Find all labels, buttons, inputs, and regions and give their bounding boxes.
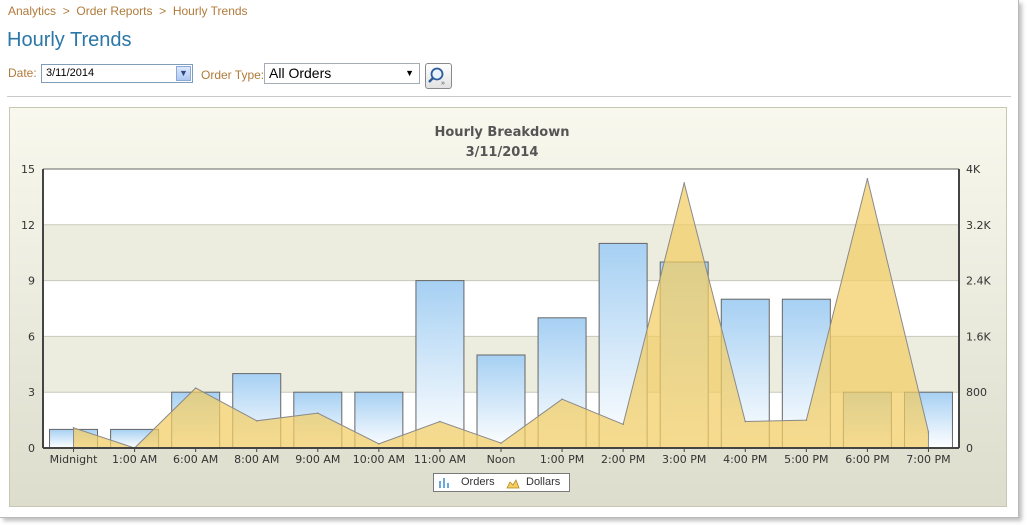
report-page: Analytics > Order Reports > Hourly Trend… — [0, 0, 1019, 518]
chart-legend: Orders Dollars — [433, 473, 570, 492]
x-tick-label: 1:00 AM — [112, 453, 157, 466]
y-right-tick-label: 800 — [966, 386, 987, 399]
y-left-tick-label: 6 — [28, 330, 35, 343]
x-tick-label: 7:00 PM — [906, 453, 950, 466]
x-tick-label: Midnight — [50, 453, 99, 466]
x-tick-label: 9:00 AM — [295, 453, 340, 466]
chart-title: Hourly Breakdown — [435, 125, 570, 140]
point-dollars — [683, 182, 685, 184]
legend-item-dollars[interactable]: Dollars — [506, 476, 560, 492]
point-dollars — [194, 387, 197, 389]
legend-label-dollars: Dollars — [526, 476, 561, 488]
y-left-tick-label: 3 — [28, 386, 35, 399]
point-dollars — [378, 443, 380, 445]
x-tick-label: 1:00 PM — [540, 453, 584, 466]
x-tick-label: 3:00 PM — [662, 453, 706, 466]
point-dollars — [72, 426, 75, 429]
x-tick-label: 11:00 AM — [414, 453, 466, 466]
bar-series-icon — [439, 478, 449, 488]
y-right-tick-label: 1.6K — [966, 330, 991, 343]
grid-band — [43, 169, 959, 225]
y-left-tick-label: 15 — [21, 163, 35, 176]
x-tick-label: 6:00 AM — [173, 453, 218, 466]
chart-subtitle: 3/11/2014 — [466, 145, 539, 160]
point-dollars — [561, 398, 563, 400]
y-right-tick-label: 0 — [966, 442, 973, 455]
point-dollars — [866, 177, 869, 180]
point-dollars — [744, 420, 747, 423]
legend-label-orders: Orders — [461, 476, 495, 488]
point-dollars — [317, 412, 319, 414]
point-dollars — [439, 420, 441, 423]
grid-band — [43, 224, 959, 281]
x-tick-label: 2:00 PM — [601, 453, 645, 466]
x-tick-label: 6:00 PM — [845, 453, 889, 466]
area-series-icon — [506, 479, 520, 489]
plot-area: 0 3 6 9 12 15 0 800 1.6K 2.4K 3.2K 4K Midnight 1:00 A… — [21, 163, 991, 466]
x-tick-label: Noon — [487, 453, 516, 466]
point-dollars — [255, 419, 258, 422]
y-right-tick-label: 3.2K — [966, 219, 991, 232]
point-dollars — [500, 442, 502, 444]
point-dollars — [927, 431, 930, 433]
y-left-tick-label: 12 — [21, 219, 35, 232]
y-right-tick-label: 4K — [966, 163, 981, 176]
y-right-tick-label: 2.4K — [966, 275, 991, 288]
x-tick-label: 10:00 AM — [353, 453, 405, 466]
point-dollars — [622, 423, 624, 426]
hourly-breakdown-chart: Hourly Breakdown 3/11/2014 0 3 6 9 12 15 0 800 1… — [21, 125, 991, 466]
y-left-tick-label: 9 — [28, 275, 35, 288]
legend-item-orders[interactable]: Orders — [437, 476, 495, 492]
y-left-tick-label: 0 — [28, 442, 35, 455]
point-dollars — [805, 419, 808, 421]
x-tick-label: 4:00 PM — [723, 453, 767, 466]
x-tick-label: 8:00 AM — [234, 453, 279, 466]
x-tick-label: 5:00 PM — [784, 453, 828, 466]
